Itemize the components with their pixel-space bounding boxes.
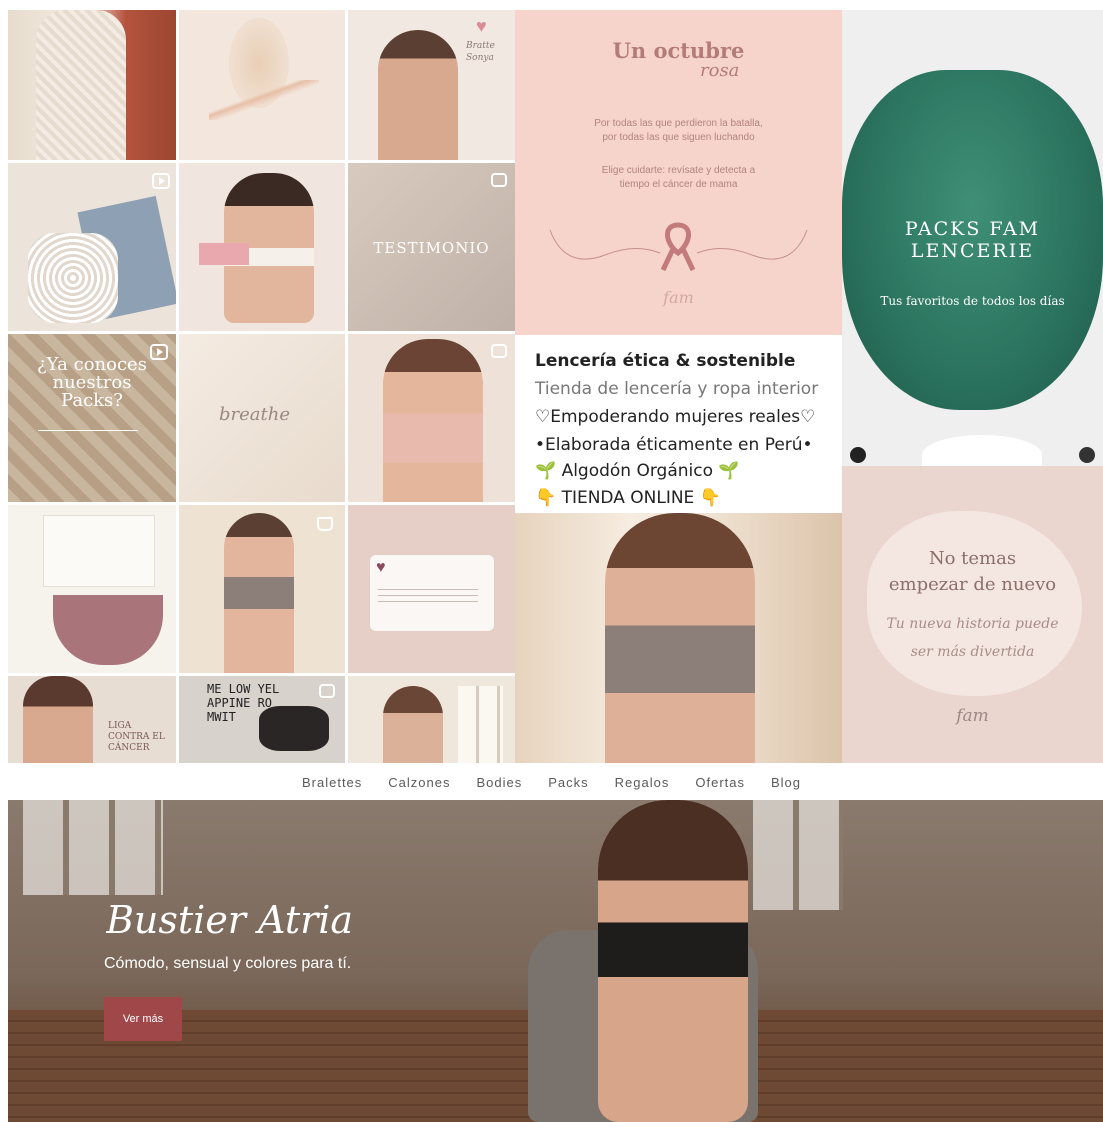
octubre-logo: fam <box>663 288 694 307</box>
no-temas-line-1: No temas <box>928 548 1017 569</box>
bio-line-3: ♡Empoderando mujeres reales♡ <box>535 407 816 427</box>
grid-post-panties-flatlay[interactable] <box>8 505 176 673</box>
hero-window-right <box>753 800 843 910</box>
multi-photo-icon <box>491 344 507 358</box>
black-lace <box>259 706 329 751</box>
packs-title: PACKS FAM LENCERIE <box>904 218 1041 262</box>
grid-post-testimonio[interactable]: TESTIMONIO <box>348 163 515 331</box>
nav-bodies[interactable]: Bodies <box>477 775 523 790</box>
model-grey <box>224 513 294 673</box>
model-window <box>383 686 443 763</box>
signature-text: Bratte Sonya <box>466 41 495 63</box>
octubre-rosa-post[interactable]: Un octubre rosa Por todas las que perdie… <box>515 10 842 335</box>
octubre-line-3: Elige cuidarte: revísate y detecta a <box>601 165 756 176</box>
window <box>458 686 503 763</box>
shopping-bag-icon <box>317 517 333 531</box>
profile-bio: Lencería ética & sostenible Tienda de le… <box>515 335 842 513</box>
lace-top <box>28 233 118 323</box>
grid-post-bralette-seated[interactable] <box>179 163 345 331</box>
grapes-bowl <box>922 435 1042 466</box>
grid-post-flatlay-denim[interactable] <box>8 163 176 331</box>
grid-post-pampas[interactable] <box>179 10 345 160</box>
grid-post-review[interactable]: ♥ <box>348 505 515 673</box>
breathe-text: breathe <box>219 404 290 425</box>
blob-shape <box>867 511 1082 696</box>
testimonio-text: TESTIMONIO <box>373 239 490 257</box>
packs-subtitle: Tus favoritos de todos los días <box>880 294 1065 308</box>
heart-icon: ♥ <box>476 16 487 36</box>
multi-photo-icon <box>491 173 507 187</box>
nav-bralettes[interactable]: Bralettes <box>302 775 362 790</box>
post-model-grey-bralette[interactable] <box>515 513 842 763</box>
no-temas-line-2: empezar de nuevo <box>888 574 1057 595</box>
divider <box>38 430 138 431</box>
grid-post-window[interactable] <box>348 676 515 763</box>
octubre-line-1: Por todas las que perdieron la batalla, <box>594 118 763 129</box>
audio-icon[interactable] <box>1079 447 1095 463</box>
hero-subtitle: Cómodo, sensual y colores para tí. <box>104 955 352 972</box>
white-panty <box>43 515 155 587</box>
hero-model <box>598 800 748 1122</box>
no-temas-logo: fam <box>956 706 989 726</box>
bio-line-6[interactable]: 👇 TIENDA ONLINE 👇 <box>535 488 721 508</box>
post-no-temas[interactable]: No temas empezar de nuevo Tu nueva histo… <box>842 466 1103 763</box>
model-pink <box>383 339 483 502</box>
review-lines <box>378 589 478 607</box>
multi-photo-icon <box>319 684 335 698</box>
grid-post-breathe[interactable]: breathe <box>179 334 345 502</box>
grid-post-magazine[interactable]: ME LOW YEL APPINE RO MWIT <box>179 676 345 763</box>
bio-line-5: 🌱 Algodón Orgánico 🌱 <box>535 461 740 481</box>
packs-question-text: ¿Ya conoces nuestros Packs? <box>37 354 147 411</box>
post-packs-fam-lencerie[interactable]: PACKS FAM LENCERIE Tus favoritos de todo… <box>842 10 1103 466</box>
reel-icon <box>152 173 170 189</box>
heart-icon: ♥ <box>376 559 386 576</box>
grid-post-lace-body[interactable] <box>8 10 176 160</box>
hero-banner: Bustier Atria Cómodo, sensual y colores … <box>8 800 1103 1122</box>
ribbon-decor <box>209 80 319 120</box>
bio-line-4: •Elaborada éticamente en Perú• <box>535 435 813 455</box>
nav-regalos[interactable]: Regalos <box>615 775 670 790</box>
liga-text: LIGA CONTRA EL CÁNCER <box>108 721 165 753</box>
lace-bodysuit <box>36 10 126 160</box>
octubre-line-4: tiempo el cáncer de mama <box>619 179 738 190</box>
hero-title: Bustier Atria <box>106 898 354 942</box>
nav-ofertas[interactable]: Ofertas <box>695 775 745 790</box>
user-icon[interactable] <box>850 447 866 463</box>
octubre-script: rosa <box>700 60 740 81</box>
octubre-line-2: por todas las que siguen luchando <box>602 132 755 143</box>
bio-line-2: Tienda de lencería y ropa interior <box>535 379 819 399</box>
grid-post-grey-bralette[interactable] <box>179 505 345 673</box>
grid-post-packs-question[interactable]: ¿Ya conoces nuestros Packs? <box>8 334 176 502</box>
model-liga <box>23 676 93 763</box>
pink-card <box>199 243 249 265</box>
review-card: ♥ <box>370 555 494 631</box>
reel-icon <box>150 344 168 360</box>
grid-post-pink-bralette[interactable] <box>348 334 515 502</box>
grid-post-liga-cancer[interactable]: LIGA CONTRA EL CÁNCER <box>8 676 176 763</box>
no-temas-script-2: ser más divertida <box>910 644 1035 660</box>
nav-packs[interactable]: Packs <box>548 775 588 790</box>
instagram-grid: ♥ Bratte Sonya TESTIMONIO ¿Ya conoces nu… <box>8 10 515 763</box>
category-nav: Bralettes Calzones Bodies Packs Regalos … <box>0 764 1103 800</box>
model-back <box>378 30 458 160</box>
mauve-panty <box>53 595 163 665</box>
grid-post-bralette-back[interactable]: ♥ Bratte Sonya <box>348 10 515 160</box>
ribbon-icon <box>549 222 808 272</box>
nav-calzones[interactable]: Calzones <box>388 775 450 790</box>
hero-window-left <box>23 800 163 895</box>
model-grey-large <box>605 513 755 763</box>
bio-line-1: Lencería ética & sostenible <box>535 351 796 371</box>
ver-mas-button[interactable]: Ver más <box>104 997 182 1041</box>
no-temas-script-1: Tu nueva historia puede <box>886 616 1059 632</box>
nav-blog[interactable]: Blog <box>771 775 801 790</box>
octubre-title: Un octubre <box>612 38 745 63</box>
